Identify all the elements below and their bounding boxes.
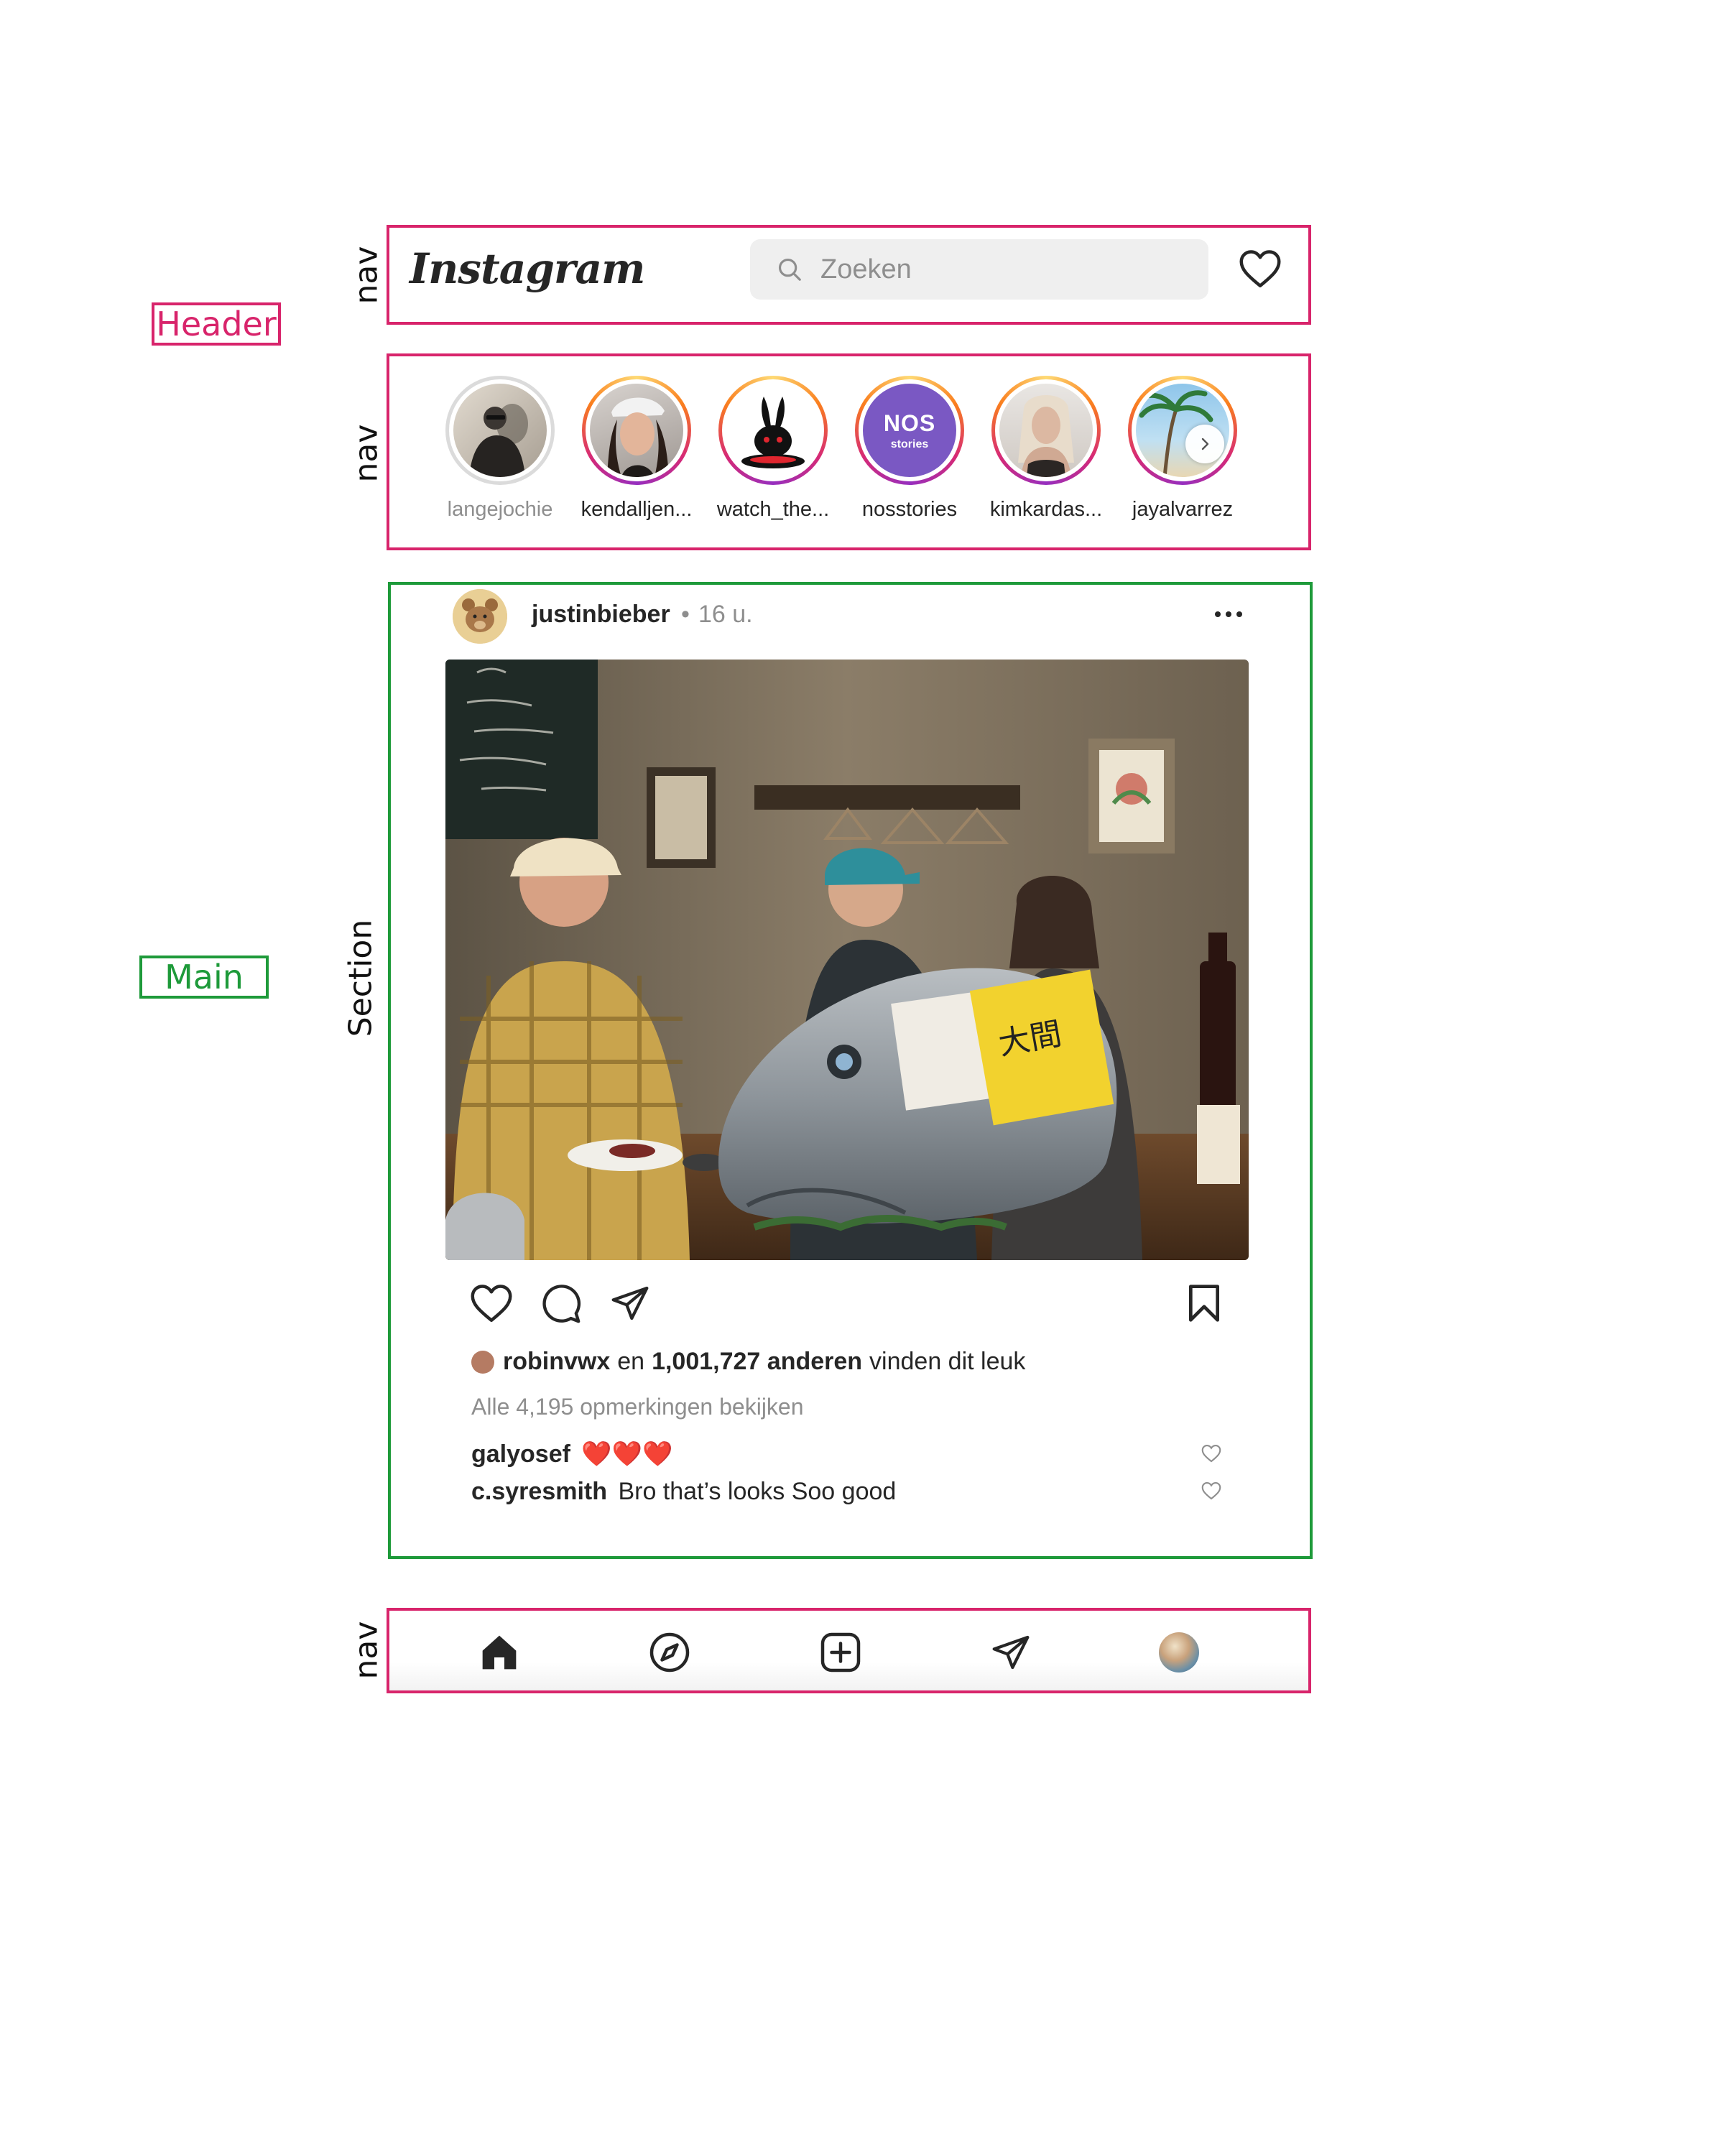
likes-summary[interactable]: robinvwx en 1,001,727 anderen vinden dit… (471, 1348, 1025, 1376)
story-ring (582, 376, 691, 485)
story-watch-the[interactable]: watch_the... (705, 376, 841, 522)
view-all-comments-link[interactable]: Alle 4,195 opmerkingen bekijken (471, 1394, 804, 1420)
search-icon (778, 258, 801, 281)
likes-connector: en (617, 1348, 645, 1375)
more-options-icon[interactable] (1214, 611, 1243, 618)
main-tag: Main (139, 956, 269, 999)
comment-username[interactable]: c.syresmith (471, 1478, 607, 1505)
like-heart-icon[interactable] (470, 1283, 513, 1323)
story-username: kimkardas... (989, 498, 1103, 521)
section-annotation: Section (342, 919, 379, 1037)
post-photo[interactable]: 大間 (445, 660, 1249, 1260)
comment-like-icon[interactable] (1201, 1444, 1221, 1463)
post-author-username[interactable]: justinbieber (532, 601, 670, 629)
story-ring (718, 376, 828, 485)
post-separator: • (681, 601, 690, 628)
story-username: watch_the... (716, 498, 830, 521)
comment-username[interactable]: galyosef (471, 1440, 570, 1468)
header-nav-annotation: nav (348, 246, 385, 305)
story-ring (991, 376, 1101, 485)
new-post-icon[interactable] (819, 1631, 862, 1674)
story-langejochie[interactable]: langejochie (432, 376, 568, 522)
comment-text: ❤️❤️❤️ (581, 1440, 673, 1468)
liker-username[interactable]: robinvwx (503, 1348, 610, 1376)
story-ring (1128, 376, 1237, 485)
story-kimkardashian[interactable]: kimkardas... (978, 376, 1114, 522)
story-jayalvarrez[interactable]: jayalvarrez (1114, 376, 1251, 522)
search-placeholder: Zoeken (820, 254, 912, 284)
comment-icon[interactable] (540, 1283, 582, 1325)
comment-text: Bro that’s looks Soo good (618, 1478, 897, 1505)
story-avatar (590, 384, 683, 477)
bottom-nav-annotation: nav (348, 1621, 385, 1680)
share-icon[interactable] (609, 1283, 651, 1323)
bookmark-icon[interactable] (1187, 1283, 1221, 1323)
heart-icon[interactable] (1239, 249, 1282, 289)
story-nosstories[interactable]: NOS stories nosstories (841, 376, 978, 522)
profile-avatar[interactable] (1159, 1632, 1199, 1672)
search-input[interactable]: Zoeken (750, 239, 1208, 300)
nos-logo-subtext: stories (890, 438, 929, 450)
story-avatar: NOS stories (863, 384, 956, 477)
header-tag: Header (152, 302, 281, 346)
stories-nav-annotation: nav (348, 424, 385, 483)
explore-icon[interactable] (648, 1631, 691, 1674)
story-kendalljenner[interactable]: kendalljen... (568, 376, 705, 522)
stories-next-button[interactable] (1185, 425, 1224, 463)
story-avatar (999, 384, 1093, 477)
story-username: langejochie (447, 498, 553, 521)
liker-avatar (471, 1350, 494, 1374)
post-timestamp: 16 u. (698, 601, 753, 628)
comment-like-icon[interactable] (1201, 1481, 1221, 1500)
chevron-right-icon (1201, 438, 1209, 450)
home-icon[interactable] (478, 1632, 520, 1672)
story-avatar (453, 384, 547, 477)
story-ring: NOS stories (855, 376, 964, 485)
story-avatar (726, 384, 820, 477)
story-username: kendalljen... (581, 498, 693, 521)
post-author-avatar[interactable] (453, 589, 507, 644)
likes-count[interactable]: 1,001,727 anderen (652, 1348, 862, 1376)
story-username: jayalvarrez (1132, 498, 1234, 521)
comment-row: galyosef ❤️❤️❤️ (471, 1440, 672, 1468)
story-username: nosstories (861, 498, 958, 521)
comment-row: c.syresmith Bro that’s looks Soo good (471, 1478, 896, 1506)
direct-icon[interactable] (990, 1632, 1032, 1672)
nos-logo-text: NOS (883, 410, 936, 436)
instagram-logo[interactable]: Instagram (410, 244, 645, 293)
likes-suffix: vinden dit leuk (869, 1348, 1026, 1375)
story-ring (445, 376, 555, 485)
